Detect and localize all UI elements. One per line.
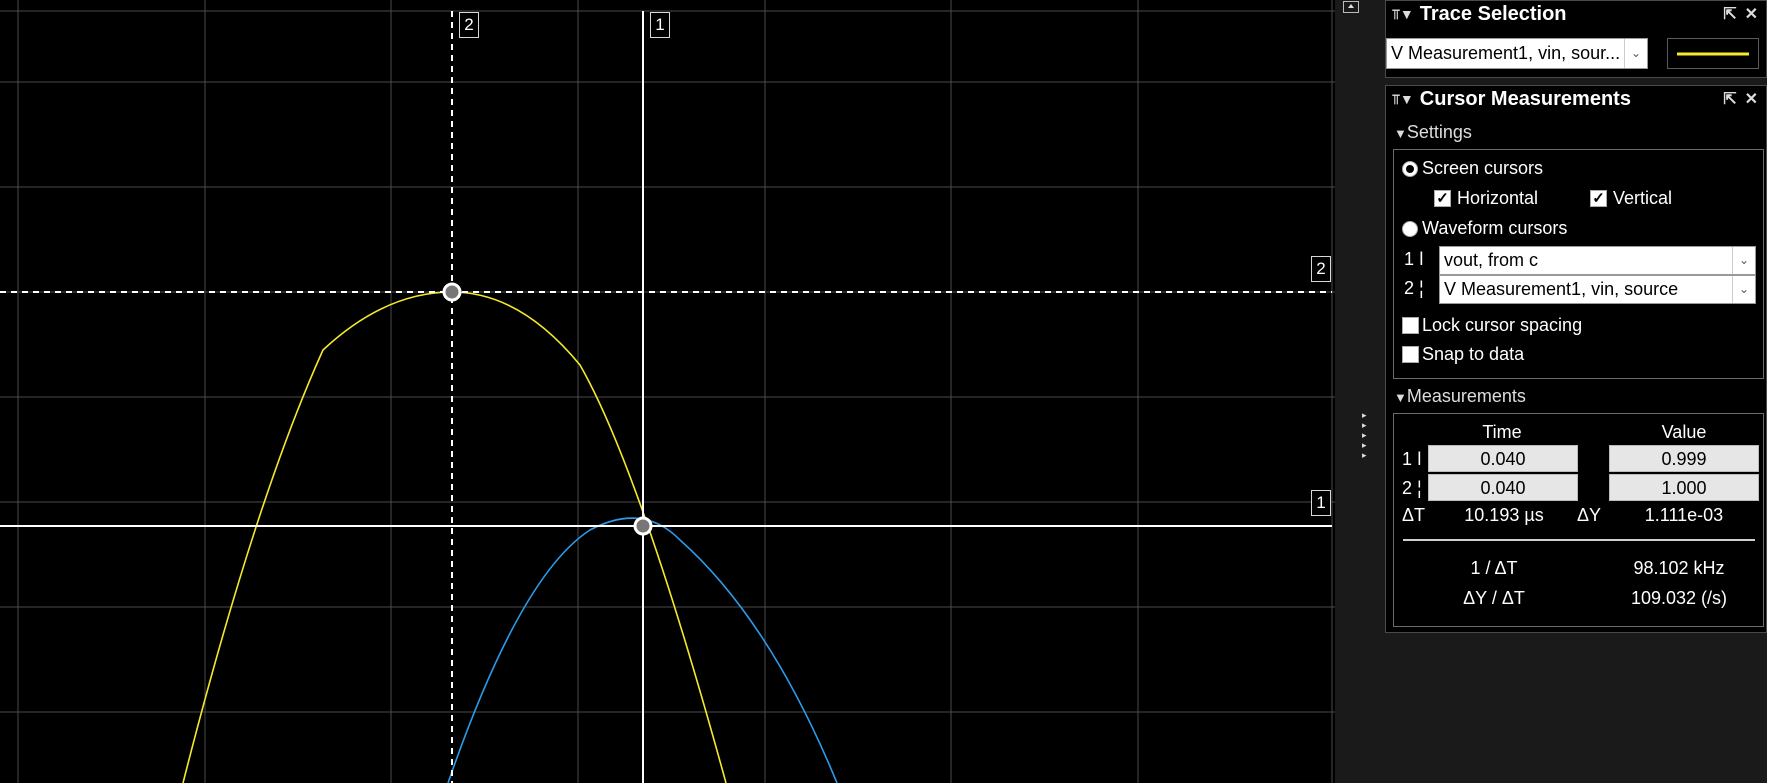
time-column-header: Time (1482, 422, 1522, 442)
screen-cursors-radio[interactable] (1402, 161, 1418, 177)
horizontal-label[interactable]: Horizontal (1457, 188, 1538, 209)
undock-panel-icon[interactable]: ⇱ (1723, 89, 1736, 109)
horizontal-checkbox[interactable]: ✓ (1434, 190, 1451, 207)
divider (1403, 539, 1755, 541)
undock-panel-icon[interactable]: ⇱ (1723, 4, 1736, 24)
chevron-down-icon: ⌄ (1732, 247, 1755, 274)
delta-y-label: ΔY (1577, 505, 1602, 525)
lock-spacing-checkbox[interactable] (1402, 317, 1419, 334)
trace-vin (182, 291, 727, 783)
close-icon[interactable]: ✕ (1745, 4, 1758, 24)
pin-icon[interactable]: ⫪▼ (1392, 91, 1414, 108)
cursor-point-1[interactable] (633, 516, 653, 536)
cursor1-marker: 1 ǀ (1404, 249, 1424, 269)
pin-icon[interactable]: ⫪▼ (1392, 6, 1414, 23)
tool-panels: ⫪▼ Trace Selection ⇱ ✕ V Measurement1, v… (1385, 0, 1767, 783)
cursor-h1-tag[interactable]: 1 (1311, 490, 1331, 516)
row2-time: 0.040 (1428, 474, 1578, 501)
settings-section-toggle[interactable]: ▼Settings (1394, 122, 1472, 143)
cursor2-value: V Measurement1, vin, source (1444, 279, 1679, 299)
row1-value: 0.999 (1609, 445, 1759, 472)
measurements-group: Time Value 1 ǀ 0.040 0.999 2 ¦ 0.040 1.0… (1393, 413, 1764, 627)
inv-delta-t-label: 1 / ΔT (1470, 558, 1518, 578)
cursor2-marker: 2 ¦ (1404, 278, 1424, 298)
inv-delta-t-value: 98.102 kHz (1633, 558, 1725, 578)
cursor1-value: vout, from c (1444, 250, 1539, 270)
trace-selection-panel: ⫪▼ Trace Selection ⇱ ✕ V Measurement1, v… (1385, 0, 1767, 78)
cursor-point-2[interactable] (442, 282, 462, 302)
trace-line-swatch (1667, 38, 1759, 69)
grid (0, 0, 1335, 783)
trace-select-value: V Measurement1, vin, sour... (1391, 43, 1621, 63)
vertical-checkbox[interactable]: ✓ (1590, 190, 1607, 207)
row2-label: 2 (1402, 478, 1413, 498)
triangle-down-icon: ▼ (1394, 126, 1407, 141)
measurements-label: Measurements (1406, 386, 1526, 406)
waveform-cursors-radio[interactable] (1402, 221, 1418, 237)
trace-select-dropdown[interactable]: V Measurement1, vin, sour... ⌄ (1386, 38, 1648, 69)
measurements-section-toggle[interactable]: ▼Measurements (1394, 386, 1526, 407)
cursor2-label: 2 (1404, 278, 1415, 298)
settings-group: Screen cursors ✓ Horizontal ✓ Vertical W… (1393, 149, 1764, 379)
scope-plot[interactable] (0, 0, 1335, 783)
dy-dt-label: ΔY / ΔT (1463, 588, 1525, 608)
snap-to-data-label[interactable]: Snap to data (1422, 344, 1524, 365)
cursor-h2-tag[interactable]: 2 (1311, 256, 1331, 282)
cursor-measurements-title: Cursor Measurements (1419, 87, 1631, 110)
cursor2-dropdown[interactable]: V Measurement1, vin, source ⌄ (1439, 275, 1756, 304)
cursor-measurements-panel: ⫪▼ Cursor Measurements ⇱ ✕ ▼Settings Scr… (1385, 85, 1767, 633)
chevron-down-icon: ⌄ (1732, 276, 1755, 303)
delta-t-label: ΔT (1402, 505, 1426, 525)
lock-spacing-label[interactable]: Lock cursor spacing (1422, 315, 1582, 336)
value-column-header: Value (1661, 422, 1707, 442)
chevron-down-icon: ⌄ (1624, 39, 1647, 68)
delta-y-value: 1.111e-03 (1644, 505, 1724, 525)
cursor-v2-tag[interactable]: 2 (459, 12, 479, 38)
snap-to-data-checkbox[interactable] (1402, 346, 1419, 363)
screen-cursors-label[interactable]: Screen cursors (1422, 158, 1543, 179)
collapse-handle-icon[interactable]: ▸ ▸ ▸ ▸ ▸ (1362, 410, 1374, 460)
cursor-v1-tag[interactable]: 1 (650, 12, 670, 38)
row2-marker: 2 ¦ (1402, 478, 1422, 498)
row1-time: 0.040 (1428, 445, 1578, 472)
row2-value: 1.000 (1609, 474, 1759, 501)
panel-gutter: ▸ ▸ ▸ ▸ ▸ (1335, 0, 1385, 783)
dy-dt-value: 109.032 (/s) (1630, 588, 1728, 608)
settings-label: Settings (1406, 122, 1472, 142)
undock-icon[interactable] (1343, 1, 1359, 13)
waveform-cursors-label[interactable]: Waveform cursors (1422, 218, 1567, 239)
row1-label: 1 (1402, 449, 1413, 469)
trace-selection-title: Trace Selection (1419, 2, 1567, 25)
cursor-measurements-header: ⫪▼ Cursor Measurements ⇱ ✕ (1386, 86, 1766, 112)
triangle-down-icon: ▼ (1394, 390, 1407, 405)
cursor1-label: 1 (1404, 249, 1415, 269)
row1-marker: 1 ǀ (1402, 449, 1422, 469)
delta-t-value: 10.193 µs (1464, 505, 1544, 525)
scope-display[interactable]: 2 1 2 1 (0, 0, 1335, 783)
trace-selection-header: ⫪▼ Trace Selection ⇱ ✕ (1386, 1, 1766, 27)
cursor1-dropdown[interactable]: vout, from c ⌄ (1439, 246, 1756, 275)
vertical-label[interactable]: Vertical (1613, 188, 1672, 209)
close-icon[interactable]: ✕ (1745, 89, 1758, 109)
